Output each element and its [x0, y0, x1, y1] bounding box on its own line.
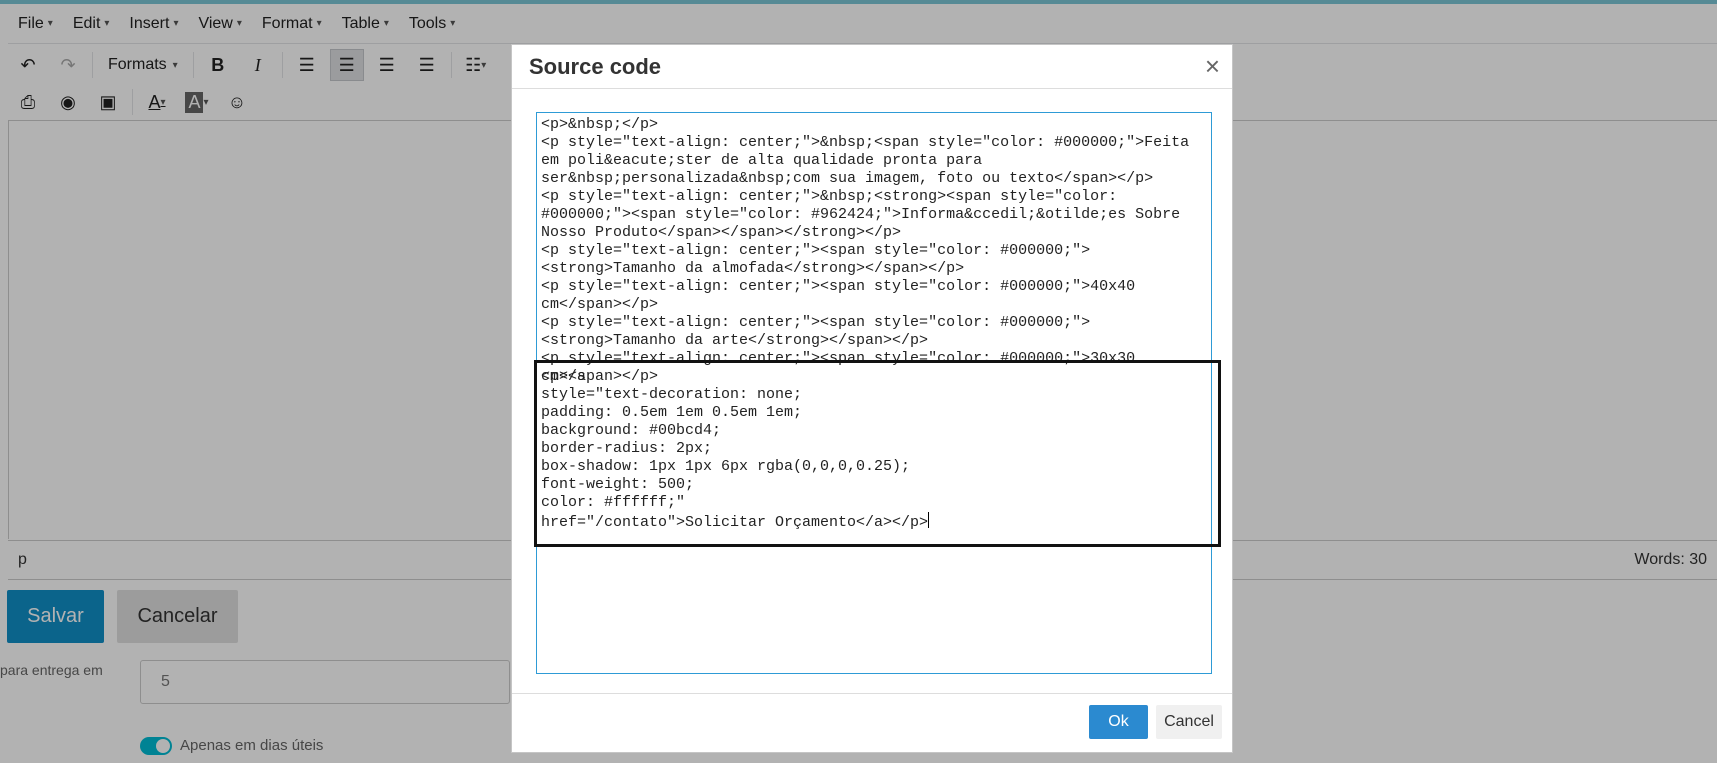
dialog-title: Source code: [529, 54, 662, 79]
ok-button[interactable]: Ok: [1089, 705, 1148, 739]
source-code-dialog: Source code × <p>&nbsp;</p> <p style="te…: [511, 44, 1233, 753]
dialog-footer: Ok Cancel: [512, 693, 1232, 752]
source-code-text: <p>&nbsp;</p> <p style="text-align: cent…: [541, 116, 1190, 385]
close-icon[interactable]: ×: [1205, 53, 1220, 79]
text-cursor: [928, 512, 930, 528]
dialog-cancel-button[interactable]: Cancel: [1156, 705, 1222, 739]
source-code-snippet: <p><a style="text-decoration: none; padd…: [541, 368, 929, 531]
source-code-highlighted-text: <p><a style="text-decoration: none; padd…: [541, 368, 1206, 532]
dialog-header: Source code ×: [512, 45, 1232, 89]
